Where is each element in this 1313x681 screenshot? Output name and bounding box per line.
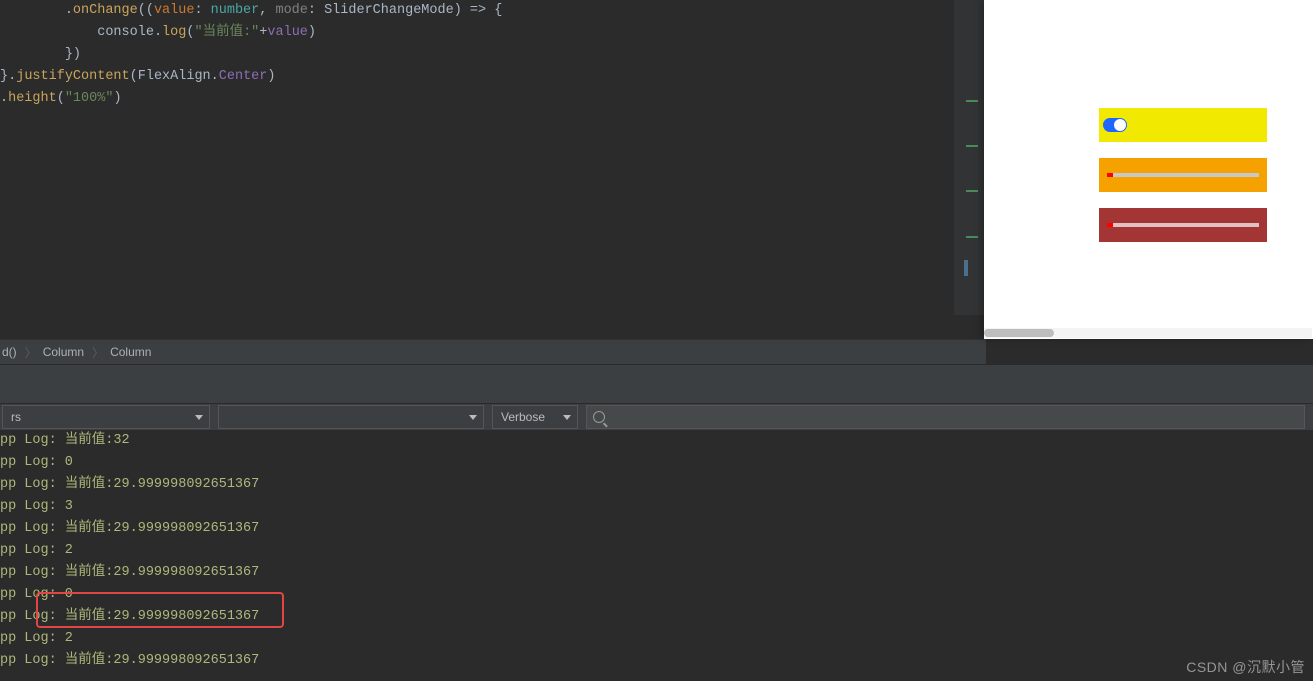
change-mark-icon [966, 100, 978, 102]
code-line[interactable]: }.justifyContent(FlexAlign.Center) [0, 66, 954, 88]
log-search-input[interactable] [586, 405, 1305, 429]
preview-pane [984, 0, 1313, 339]
breadcrumb-item[interactable]: Column [110, 345, 151, 359]
log-output[interactable]: pp Log: 当前值:32pp Log: 0pp Log: 当前值:29.99… [0, 430, 1313, 681]
slider[interactable] [1099, 158, 1267, 192]
preview-scrollbar[interactable] [984, 328, 1312, 338]
code-editor[interactable]: .onChange((value: number, mode: SliderCh… [0, 0, 954, 315]
search-icon [593, 411, 605, 423]
editor-marker-gutter [954, 0, 984, 315]
log-level-label: Verbose [501, 410, 545, 424]
chevron-down-icon [563, 415, 571, 420]
slider-fill [1107, 173, 1113, 177]
log-line[interactable]: pp Log: 当前值:32 [0, 430, 1313, 452]
filter-label: rs [11, 410, 21, 424]
slider[interactable] [1099, 108, 1267, 142]
chevron-right-icon: 〉 [25, 344, 37, 361]
change-mark-icon [966, 236, 978, 238]
slider-thumb[interactable] [1103, 118, 1127, 132]
log-line[interactable]: pp Log: 当前值:29.999998092651367 [0, 474, 1313, 496]
chevron-down-icon [195, 415, 203, 420]
panel-divider[interactable] [0, 364, 1313, 404]
log-line[interactable]: pp Log: 0 [0, 452, 1313, 474]
log-toolbar: rs Verbose [0, 404, 1313, 430]
log-line[interactable]: pp Log: 2 [0, 628, 1313, 650]
log-line[interactable]: pp Log: 3 [0, 496, 1313, 518]
slider-track [1107, 173, 1259, 177]
log-line[interactable]: pp Log: 2 [0, 540, 1313, 562]
log-line[interactable]: pp Log: 0 [0, 584, 1313, 606]
change-mark-icon [966, 145, 978, 147]
log-line[interactable]: pp Log: 当前值:29.999998092651367 [0, 650, 1313, 672]
log-line[interactable]: pp Log: 当前值:29.999998092651367 [0, 518, 1313, 540]
chevron-right-icon: 〉 [92, 344, 104, 361]
log-filter-dropdown-2[interactable] [218, 405, 484, 429]
slider-track [1107, 223, 1259, 227]
caret-mark-icon [964, 260, 968, 276]
log-line[interactable]: pp Log: 当前值:29.999998092651367 [0, 562, 1313, 584]
code-line[interactable]: console.log("当前值:"+value) [0, 22, 954, 44]
code-line[interactable]: .height("100%") [0, 88, 954, 110]
log-level-dropdown[interactable]: Verbose [492, 405, 578, 429]
slider-fill [1107, 223, 1113, 227]
chevron-down-icon [469, 415, 477, 420]
log-filter-dropdown-1[interactable]: rs [2, 405, 210, 429]
slider[interactable] [1099, 208, 1267, 242]
breadcrumb-item[interactable]: Column [43, 345, 84, 359]
breadcrumb: d() 〉 Column 〉 Column [0, 339, 986, 364]
code-line[interactable]: }) [0, 44, 954, 66]
change-mark-icon [966, 190, 978, 192]
code-line[interactable]: .onChange((value: number, mode: SliderCh… [0, 0, 954, 22]
breadcrumb-root[interactable]: d() [2, 345, 17, 359]
log-line[interactable]: pp Log: 当前值:29.999998092651367 [0, 606, 1313, 628]
